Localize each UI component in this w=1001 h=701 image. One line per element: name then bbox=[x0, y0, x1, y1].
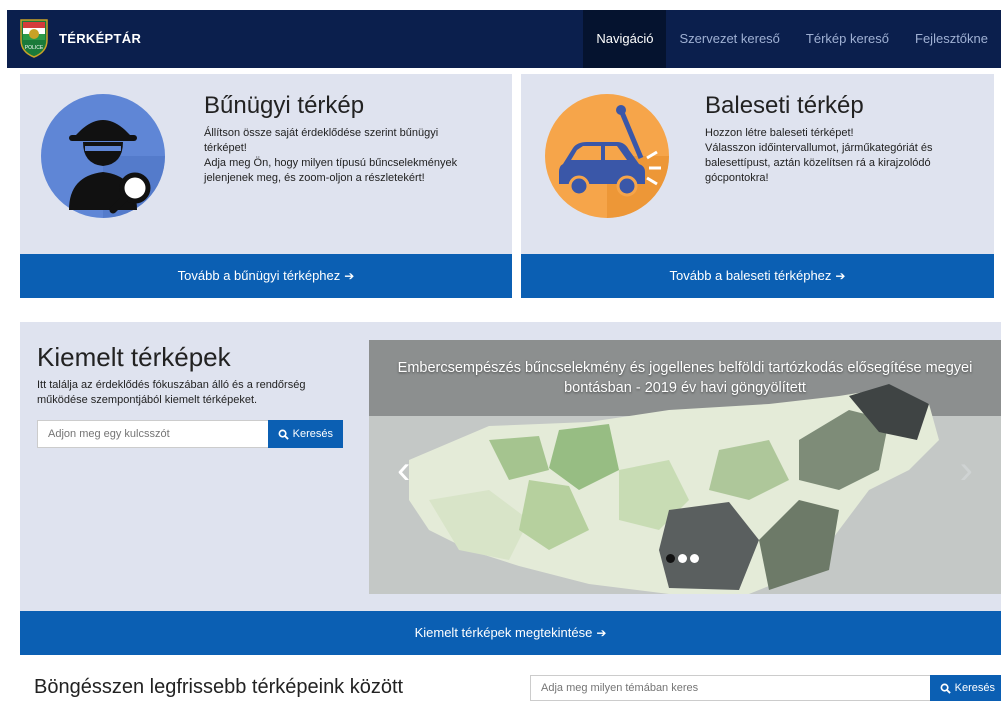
svg-text:POLICE: POLICE bbox=[25, 45, 44, 51]
search-icon bbox=[940, 683, 951, 694]
crime-map-card: Bűnügyi térkép Állítson össze saját érde… bbox=[20, 74, 512, 298]
browse-search-button[interactable]: Keresés bbox=[929, 675, 1001, 701]
featured-carousel[interactable]: Embercsempészés bűncselekmény és jogelle… bbox=[369, 340, 1001, 594]
arrow-right-icon: ➔ bbox=[835, 269, 846, 283]
featured-description: Itt találja az érdeklődés fókuszában áll… bbox=[37, 379, 306, 406]
crime-card-text: Állítson össze saját érdeklődése szerint… bbox=[204, 127, 458, 184]
crime-map-button-label: Tovább a bűnügyi térképhez bbox=[177, 268, 341, 283]
crime-map-button[interactable]: Tovább a bűnügyi térképhez ➔ bbox=[20, 254, 512, 298]
main-nav: Navigáció Szervezet kereső Térkép kereső… bbox=[583, 10, 1001, 68]
carousel-next-icon[interactable]: › bbox=[960, 448, 973, 493]
featured-maps-section: Kiemelt térképek Itt találja az érdeklőd… bbox=[20, 322, 1001, 655]
arrow-right-icon: ➔ bbox=[596, 626, 607, 640]
accident-card-text: Hozzon létre baleseti térképet! Válasszo… bbox=[705, 127, 933, 184]
featured-title: Kiemelt térképek bbox=[37, 342, 231, 372]
accident-map-button[interactable]: Tovább a baleseti térképhez ➔ bbox=[521, 254, 994, 298]
car-crash-icon bbox=[545, 94, 669, 218]
accident-map-card: Baleseti térkép Hozzon létre baleseti té… bbox=[521, 74, 994, 298]
nav-item-terkep-kereso[interactable]: Térkép kereső bbox=[793, 10, 902, 68]
carousel-indicators bbox=[666, 554, 699, 563]
search-icon bbox=[278, 429, 289, 440]
featured-search-input[interactable] bbox=[37, 420, 268, 448]
detective-icon bbox=[41, 94, 165, 218]
nav-item-szervezet-kereso[interactable]: Szervezet kereső bbox=[666, 10, 792, 68]
carousel-dot-2[interactable] bbox=[678, 554, 687, 563]
browse-search-input[interactable] bbox=[530, 675, 930, 701]
accident-map-button-label: Tovább a baleseti térképhez bbox=[669, 268, 832, 283]
carousel-caption: Embercsempészés bűncselekmény és jogelle… bbox=[397, 360, 973, 396]
arrow-right-icon: ➔ bbox=[344, 269, 355, 283]
featured-search: Keresés bbox=[37, 420, 343, 448]
top-navbar: POLICE TÉRKÉPTÁR Navigáció Szervezet ker… bbox=[7, 10, 1001, 68]
brand[interactable]: POLICE TÉRKÉPTÁR bbox=[19, 18, 141, 58]
carousel-dot-3[interactable] bbox=[690, 554, 699, 563]
browse-search: Keresés bbox=[530, 675, 1001, 701]
featured-search-button[interactable]: Keresés bbox=[267, 420, 343, 448]
nav-item-fejlesztoknek[interactable]: Fejlesztőkne bbox=[902, 10, 1001, 68]
browse-search-button-label: Keresés bbox=[954, 682, 995, 694]
brand-title: TÉRKÉPTÁR bbox=[59, 30, 142, 46]
browse-title: Böngésszen legfrissebb térképeink között bbox=[34, 676, 404, 698]
view-featured-button[interactable]: Kiemelt térképek megtekintése ➔ bbox=[20, 611, 1001, 655]
accident-card-title: Baleseti térkép bbox=[705, 92, 864, 119]
nav-item-navigacio[interactable]: Navigáció bbox=[583, 10, 667, 68]
featured-search-button-label: Keresés bbox=[292, 428, 333, 440]
carousel-dot-1[interactable] bbox=[666, 554, 675, 563]
crime-card-title: Bűnügyi térkép bbox=[204, 92, 365, 119]
carousel-prev-icon[interactable]: ‹ bbox=[397, 448, 410, 493]
view-featured-button-label: Kiemelt térképek megtekintése bbox=[414, 625, 593, 640]
police-logo-icon: POLICE bbox=[20, 19, 48, 58]
